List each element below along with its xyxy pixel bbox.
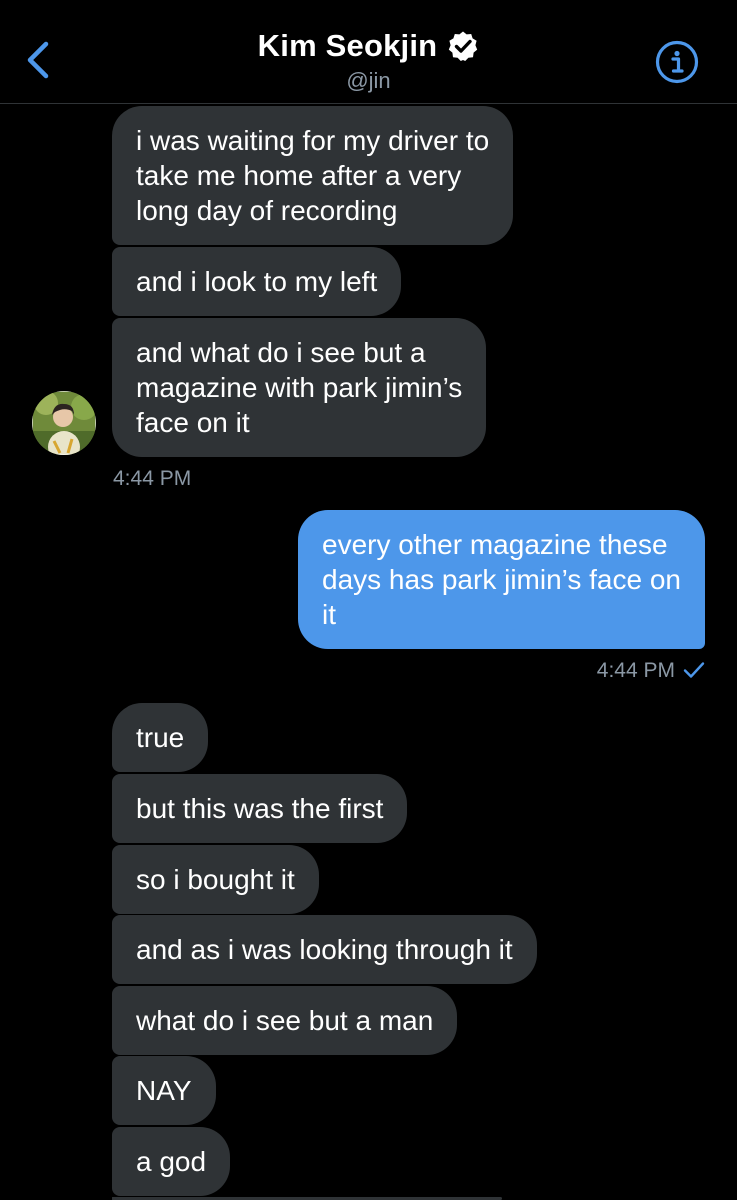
contact-handle: @jin	[346, 68, 391, 93]
message-line: magazine with park jimin’s	[136, 372, 463, 403]
message-line: every other magazine these	[322, 529, 668, 560]
message-bubble-incoming[interactable]: NAY	[112, 1056, 216, 1125]
message-line: i was waiting for my driver to	[136, 125, 490, 156]
message-line: take me home after a very	[136, 160, 462, 191]
message-line: so i bought it	[136, 864, 295, 895]
sent-status: 4:44 PM	[597, 659, 705, 683]
sender-avatar[interactable]	[32, 391, 96, 455]
avatar-image	[32, 391, 96, 455]
message-bubble-incoming[interactable]: and what do i see but a magazine with pa…	[112, 318, 487, 457]
message-bubble-incoming[interactable]: a god	[112, 1127, 231, 1196]
message-line: what do i see but a man	[136, 1005, 434, 1036]
message-line: face on it	[136, 407, 250, 438]
message-line: and what do i see but a	[136, 337, 426, 368]
message-line: but this was the first	[136, 793, 384, 824]
message-bubble-incoming[interactable]: what do i see but a man	[112, 986, 458, 1055]
message-bubble-incoming[interactable]: i was waiting for my driver to take me h…	[112, 106, 514, 245]
message-line: true	[136, 722, 185, 753]
message-line: long day of recording	[136, 195, 398, 226]
info-button[interactable]	[655, 40, 699, 84]
message-line: and as i was looking through it	[136, 934, 513, 965]
message-bubble-incoming[interactable]: true	[112, 703, 209, 772]
message-timestamp: 4:44 PM	[596, 659, 675, 682]
message-bubble-outgoing[interactable]: every other magazine these days has park…	[298, 510, 705, 649]
message-line: NAY	[136, 1075, 192, 1106]
message-line: and i look to my left	[136, 266, 378, 297]
conversation-header: Kim Seokjin @jin	[0, 0, 737, 104]
message-bubble-incoming[interactable]: and as i was looking through it	[112, 915, 537, 984]
message-line: it	[322, 599, 336, 630]
message-bubble-incoming[interactable]: and i look to my left	[112, 247, 402, 316]
conversation-title-area[interactable]: Kim Seokjin @jin	[0, 28, 737, 94]
message-bubble-incoming[interactable]: but this was the first	[112, 774, 408, 843]
message-bubble-incoming[interactable]: so i bought it	[112, 845, 319, 914]
verified-badge-icon	[449, 31, 478, 61]
message-timestamp: 4:44 PM	[113, 467, 192, 490]
message-line: days has park jimin’s face on	[322, 564, 681, 595]
contact-name: Kim Seokjin	[257, 28, 438, 63]
info-icon	[655, 40, 699, 84]
checkmark-icon	[683, 662, 705, 678]
message-line: a god	[136, 1146, 207, 1177]
